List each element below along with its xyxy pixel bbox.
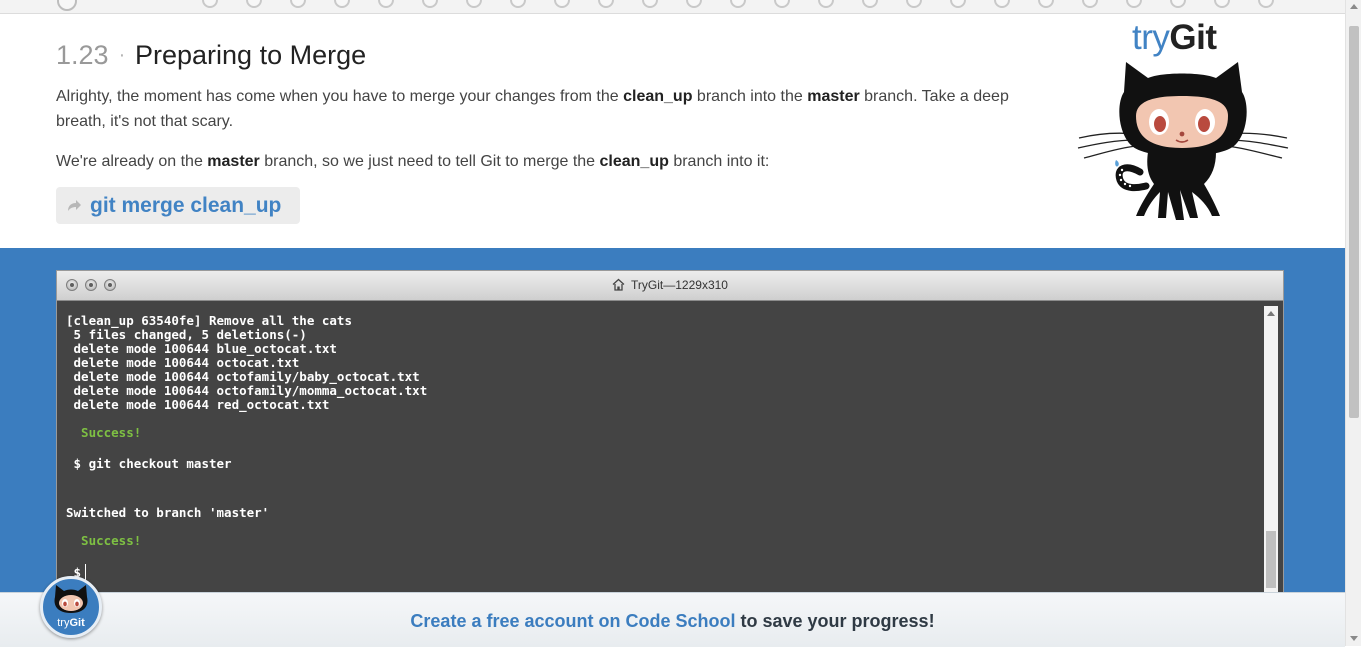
progress-dot[interactable] (422, 0, 438, 8)
page-scrollbar[interactable] (1345, 0, 1361, 646)
text-run: branch into it: (668, 153, 770, 170)
bold-term: clean_up (623, 88, 693, 105)
bold-term: master (207, 153, 260, 170)
text-run: branch, so we just need to tell Git to m… (259, 153, 600, 170)
signup-banner: Create a free account on Code School to … (0, 592, 1345, 647)
terminal-window[interactable]: TryGit—1229x310 [clean_up 63540fe] Remov… (56, 270, 1284, 606)
text-run: Alrighty, the moment has come when you h… (56, 88, 624, 105)
terminal-line: Switched to branch 'master' (66, 505, 270, 520)
lesson-progress-strip (0, 0, 1345, 14)
octocat-icon (54, 585, 88, 613)
lesson-paragraph-1: Alrighty, the moment has come when you h… (56, 84, 1016, 134)
lesson-title: Preparing to Merge (135, 40, 367, 70)
scroll-up-icon[interactable] (1350, 4, 1358, 9)
text-run: branch into the (692, 88, 808, 105)
text-run: We're already on the (56, 153, 208, 170)
progress-dots (202, 0, 1302, 8)
signup-text: to save your progress! (735, 611, 935, 631)
progress-dot[interactable] (994, 0, 1010, 8)
scroll-up-icon[interactable] (1267, 311, 1275, 316)
terminal-line: Success! (66, 425, 142, 440)
terminal-line: delete mode 100644 octocat.txt (66, 355, 300, 370)
run-command-button[interactable]: git merge clean_up (56, 187, 300, 224)
terminal-scrollbar[interactable] (1264, 306, 1278, 606)
forward-arrow-icon (68, 199, 81, 211)
progress-dot[interactable] (510, 0, 526, 8)
terminal-line: delete mode 100644 octofamily/momma_octo… (66, 383, 428, 398)
terminal-line: delete mode 100644 octofamily/baby_octoc… (66, 369, 420, 384)
progress-dot[interactable] (774, 0, 790, 8)
terminal-line: [clean_up 63540fe] Remove all the cats (66, 313, 352, 328)
home-icon[interactable] (57, 0, 77, 11)
create-account-link[interactable]: Create a free account on Code School (410, 611, 735, 631)
progress-dot[interactable] (202, 0, 218, 8)
command-text: git merge clean_up (90, 193, 282, 217)
progress-dot[interactable] (554, 0, 570, 8)
progress-dot[interactable] (950, 0, 966, 8)
terminal-line: 5 files changed, 5 deletions(-) (66, 327, 307, 342)
home-icon (612, 278, 625, 291)
terminal-titlebar: TryGit—1229x310 (57, 271, 1283, 301)
terminal-line: $ git checkout master (66, 456, 232, 471)
progress-dot[interactable] (378, 0, 394, 8)
progress-dot[interactable] (818, 0, 834, 8)
progress-dot[interactable] (466, 0, 482, 8)
cursor (85, 564, 87, 580)
terminal-scrollbar-thumb[interactable] (1266, 531, 1276, 588)
badge-label: tryGit (57, 617, 85, 629)
progress-dot[interactable] (1214, 0, 1230, 8)
terminal-output[interactable]: [clean_up 63540fe] Remove all the cats 5… (57, 301, 1283, 606)
bold-term: clean_up (599, 153, 669, 170)
terminal-line: delete mode 100644 red_octocat.txt (66, 397, 330, 412)
progress-dot[interactable] (246, 0, 262, 8)
progress-dot[interactable] (730, 0, 746, 8)
scroll-down-icon[interactable] (1350, 636, 1358, 641)
progress-dot[interactable] (906, 0, 922, 8)
octocat-illustration (1077, 62, 1289, 220)
terminal-title: TryGit—1229x310 (57, 278, 1283, 292)
lesson-paragraph-2: We're already on the master branch, so w… (56, 149, 1016, 174)
progress-dot[interactable] (1038, 0, 1054, 8)
terminal-line: Success! (66, 533, 142, 548)
terminal-line: delete mode 100644 blue_octocat.txt (66, 341, 337, 356)
progress-dot[interactable] (642, 0, 658, 8)
progress-dot[interactable] (598, 0, 614, 8)
progress-dot[interactable] (1082, 0, 1098, 8)
bold-term: master (807, 88, 860, 105)
page-scrollbar-thumb[interactable] (1349, 26, 1359, 418)
progress-dot[interactable] (686, 0, 702, 8)
progress-dot[interactable] (862, 0, 878, 8)
progress-dot[interactable] (1258, 0, 1274, 8)
trygit-logo: tryGit (1132, 18, 1217, 57)
progress-dot[interactable] (1170, 0, 1186, 8)
trygit-badge[interactable]: tryGit (40, 576, 102, 638)
progress-dot[interactable] (1126, 0, 1142, 8)
progress-dot[interactable] (290, 0, 306, 8)
lesson-separator: · (118, 44, 126, 66)
lesson-number: 1.23 · (56, 40, 126, 70)
progress-dot[interactable] (334, 0, 350, 8)
